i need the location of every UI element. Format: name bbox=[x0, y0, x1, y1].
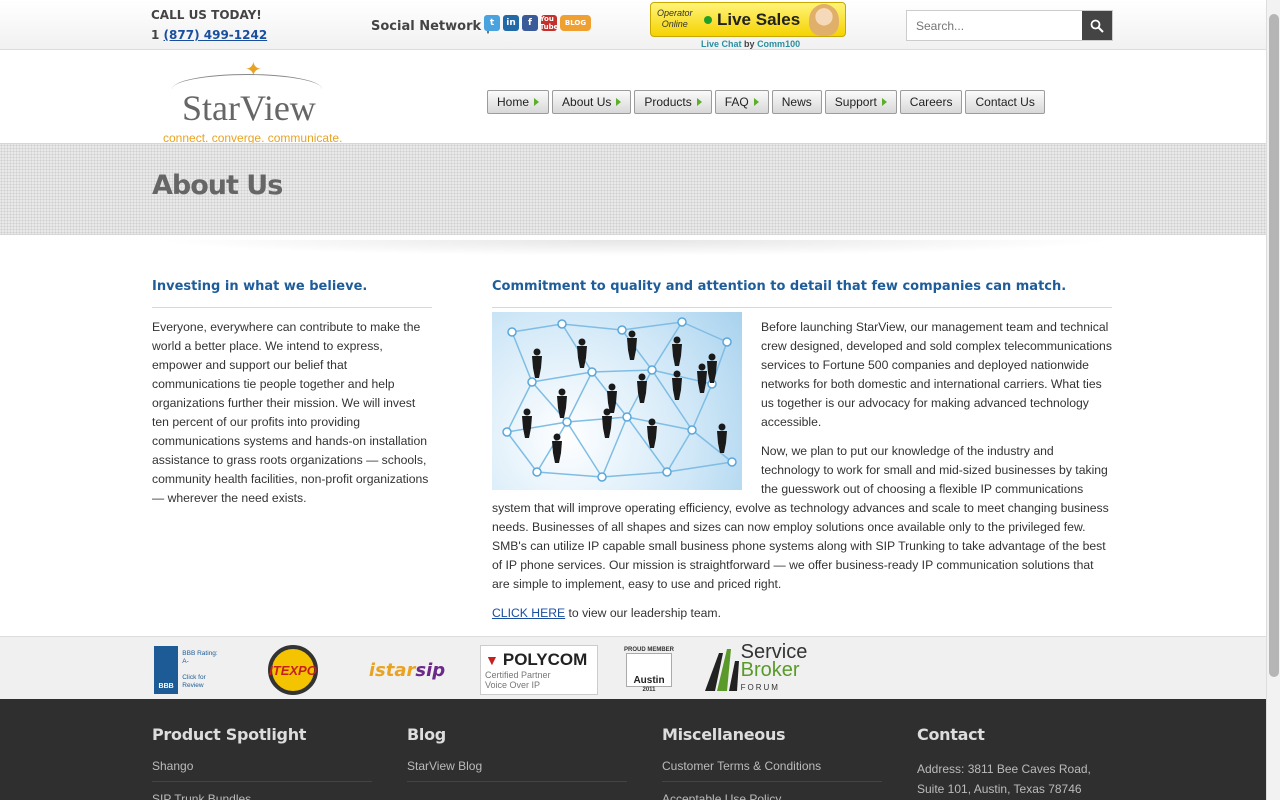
footer-contact: Contact Address: 3811 Bee Caves Road, Su… bbox=[917, 725, 1137, 799]
business-network-image bbox=[492, 312, 742, 490]
partner-logos: BBB BBB Rating: A- Click for Review ITEXP… bbox=[0, 636, 1266, 699]
polycom-logo[interactable]: ▼ POLYCOM Certified Partner Voice Over IP bbox=[480, 645, 598, 695]
site-header: ✦ StarView connect. converge. communicat… bbox=[0, 51, 1266, 145]
right-column: Commitment to quality and attention to d… bbox=[492, 279, 1112, 623]
nav-item-careers[interactable]: Careers bbox=[899, 90, 963, 114]
phone-prefix: 1 bbox=[151, 28, 160, 42]
nav-item-support[interactable]: Support bbox=[824, 90, 897, 114]
left-body: Everyone, everywhere can contribute to m… bbox=[152, 320, 429, 505]
leadership-line: CLICK HERE to view our leadership team. bbox=[492, 606, 721, 620]
footer-heading: Product Spotlight bbox=[152, 725, 307, 744]
blog-icon[interactable]: BLOG bbox=[560, 15, 591, 31]
nav-arrow-icon bbox=[534, 98, 540, 106]
itexpo-logo[interactable]: ITEXPO bbox=[258, 645, 328, 695]
austin-chamber-logo[interactable]: PROUD MEMBER Austin 2011 bbox=[624, 645, 674, 695]
live-sales-label: Live Sales bbox=[717, 10, 801, 29]
nav-item-faq[interactable]: FAQ bbox=[714, 90, 769, 114]
left-column: Investing in what we believe. Everyone, … bbox=[152, 279, 432, 508]
live-sales-button[interactable]: Operator Online Live Sales bbox=[650, 2, 846, 37]
search-input[interactable] bbox=[907, 11, 1083, 40]
phone-line: 1 (877) 499-1242 bbox=[151, 28, 267, 42]
search-icon bbox=[1090, 19, 1104, 33]
phone-link[interactable]: (877) 499-1242 bbox=[164, 28, 268, 42]
footer-address-line: Suite 101, Austin, Texas 78746 bbox=[917, 782, 1082, 796]
footer-link-sip-trunk-bundles[interactable]: SIP Trunk Bundles bbox=[152, 792, 372, 800]
top-bar: CALL US TODAY! 1 (877) 499-1242 Social N… bbox=[0, 0, 1266, 50]
social-icons: t in f You Tube BLOG bbox=[484, 15, 591, 31]
starview-logo[interactable]: ✦ StarView connect. converge. communicat… bbox=[160, 57, 355, 145]
twitter-icon[interactable]: t bbox=[484, 15, 500, 31]
facebook-icon[interactable]: f bbox=[522, 15, 538, 31]
polycom-mark-icon: ▼ bbox=[485, 652, 499, 668]
site-footer: Product Spotlight Shango SIP Trunk Bundl… bbox=[0, 699, 1266, 800]
youtube-icon[interactable]: You Tube bbox=[540, 15, 558, 31]
live-chat-credit[interactable]: Live Chat by Comm100 bbox=[701, 39, 800, 49]
right-heading: Commitment to quality and attention to d… bbox=[492, 279, 1112, 308]
footer-misc: Miscellaneous Customer Terms & Condition… bbox=[662, 725, 882, 800]
footer-heading: Blog bbox=[407, 725, 446, 744]
nav-item-news[interactable]: News bbox=[771, 90, 822, 114]
footer-link-shango[interactable]: Shango bbox=[152, 759, 372, 782]
call-us-label: CALL US TODAY! bbox=[151, 8, 262, 22]
social-network-label: Social Network | bbox=[371, 19, 491, 34]
main-nav: Home About Us Products FAQ News Support Career… bbox=[487, 90, 1045, 114]
scrollbar-thumb[interactable] bbox=[1269, 14, 1279, 677]
left-heading: Investing in what we believe. bbox=[152, 279, 432, 308]
leadership-link[interactable]: CLICK HERE bbox=[492, 606, 565, 620]
footer-heading: Miscellaneous bbox=[662, 725, 786, 744]
search-button[interactable] bbox=[1082, 11, 1112, 40]
page-title: About Us bbox=[152, 170, 283, 201]
online-dot-icon bbox=[704, 16, 712, 24]
operator-status: Operator Online bbox=[657, 8, 693, 29]
nav-arrow-icon bbox=[753, 98, 759, 106]
footer-link-starview-blog[interactable]: StarView Blog bbox=[407, 759, 627, 782]
nav-item-products[interactable]: Products bbox=[634, 90, 712, 114]
sbf-mark-icon bbox=[704, 649, 739, 691]
logo-name: StarView bbox=[182, 88, 316, 128]
footer-product-spotlight: Product Spotlight Shango SIP Trunk Bundl… bbox=[152, 725, 372, 800]
operator-avatar bbox=[809, 4, 839, 36]
footer-address-line: Address: 3811 Bee Caves Road, bbox=[917, 762, 1091, 776]
nav-arrow-icon bbox=[881, 98, 887, 106]
istar-sip-logo[interactable]: istar sip bbox=[362, 645, 452, 695]
nav-arrow-icon bbox=[616, 98, 622, 106]
bbb-logo[interactable]: BBB BBB Rating: A- Click for Review bbox=[154, 645, 220, 695]
page-title-band: About Us bbox=[0, 143, 1266, 235]
footer-blog: Blog StarView Blog bbox=[407, 725, 627, 792]
nav-item-contact-us[interactable]: Contact Us bbox=[965, 90, 1045, 114]
footer-heading: Contact bbox=[917, 725, 985, 744]
page-scrollbar[interactable] bbox=[1266, 0, 1280, 800]
search-box bbox=[906, 10, 1113, 41]
linkedin-icon[interactable]: in bbox=[503, 15, 519, 31]
nav-item-about-us[interactable]: About Us bbox=[552, 90, 632, 114]
nav-arrow-icon bbox=[696, 98, 702, 106]
footer-link-aup[interactable]: Acceptable Use Policy bbox=[662, 792, 882, 800]
footer-link-terms[interactable]: Customer Terms & Conditions bbox=[662, 759, 882, 782]
nav-item-home[interactable]: Home bbox=[487, 90, 550, 114]
service-broker-forum-logo[interactable]: Service Broker FORUM bbox=[698, 642, 810, 695]
